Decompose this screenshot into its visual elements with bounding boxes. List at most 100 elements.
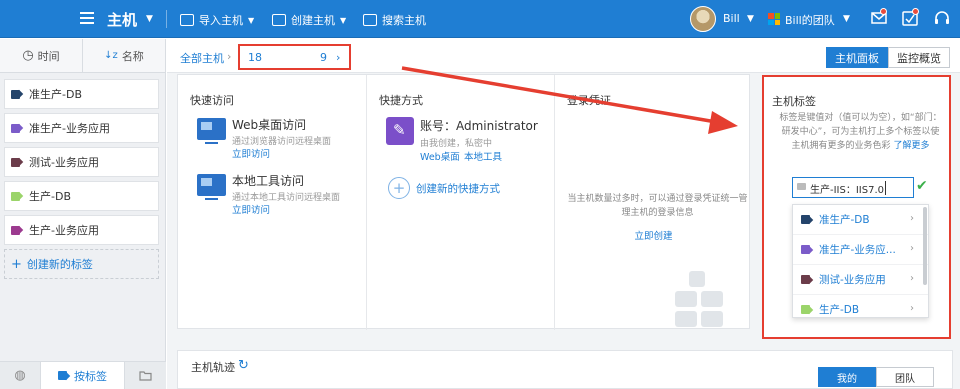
sort-by-time-tab[interactable]: ◷ 时间 [0,39,82,72]
sidebar-tag-item[interactable]: 测试-业务应用 [4,147,159,177]
create-credential-link[interactable]: 立即创建 [555,228,752,242]
monitor-icon [197,174,226,200]
import-host-label: 导入主机 [199,14,243,27]
create-host-button[interactable]: 创建主机 ▼ [272,12,346,28]
sort-tabs: ◷ 时间 ↓z 名称 [0,39,165,73]
divider [166,10,167,28]
by-tag-tab[interactable]: 按标签 [40,362,125,389]
dropdown-tag-label: 测试-业务应用 [819,274,886,286]
sort-by-name-tab[interactable]: ↓z 名称 [82,39,165,72]
headset-icon[interactable] [933,9,951,27]
notification-badge [880,8,887,15]
tag-label: 准生产-业务应用 [29,122,110,135]
tag-icon [801,275,813,284]
user-name[interactable]: Bill [723,12,740,25]
sort-name-label: 名称 [121,49,144,63]
chevron-down-icon: ▼ [340,15,347,25]
shortcut-title: 快捷方式 [379,94,423,107]
tag-label: 生产-DB [29,190,71,203]
tag-icon [797,183,806,190]
sidebar-tag-item[interactable]: 准生产-DB [4,79,159,109]
hamburger-menu-icon[interactable] [80,12,94,24]
plus-circle-icon: + [388,177,410,199]
chevron-right-icon: › [910,243,914,254]
tag-label: 测试-业务应用 [29,156,99,169]
folder-tab[interactable] [125,362,166,389]
host-tag-panel: 主机标签 标签是键值对（值可以为空），如“部门：研发中心”，可为主机打上多个标签… [762,75,951,339]
dropdown-tag-item[interactable]: 准生产-DB › [793,205,928,235]
host-ip-prefix: 18 [248,51,262,64]
breadcrumb-current-host[interactable]: 18 9 › [238,44,351,70]
local-tool-access[interactable]: 本地工具访问 通过本地工具访问远程桌面 立即访问 [197,172,362,218]
tab-mine[interactable]: 我的 [818,367,876,387]
chevron-right-icon: › [227,50,232,63]
access-now-link[interactable]: 立即访问 [232,202,270,216]
local-tool-link[interactable]: 本地工具 [464,149,502,163]
notification-badge [912,8,919,15]
remote-desktop-icon [386,117,414,145]
credential-illustration-icon [675,271,723,329]
learn-more-link[interactable]: 了解更多 [893,141,929,151]
search-monitor-icon [363,14,377,26]
team-logo-icon [768,13,780,25]
tag-icon [801,305,813,314]
host-track-section: 主机轨迹 ↻ 我的 团队 [177,350,953,389]
sidebar-tag-item[interactable]: 生产-业务应用 [4,215,159,245]
search-host-label: 搜索主机 [382,14,426,27]
plus-icon: + [11,256,22,272]
sidebar-bottom-tabs: ◍ 按标签 [0,361,166,389]
confirm-check-icon[interactable]: ✔ [916,178,928,194]
create-host-label: 创建主机 [291,14,335,27]
refresh-icon[interactable]: ↻ [238,358,249,373]
globe-tab[interactable]: ◍ [0,362,40,389]
monitor-plus-icon [272,14,286,26]
tag-icon [58,371,70,380]
tab-team[interactable]: 团队 [876,367,934,387]
host-tag-title: 主机标签 [772,95,816,108]
dropdown-tag-item[interactable]: 准生产-业务应... › [793,235,928,265]
create-shortcut-label: 创建新的快捷方式 [416,182,500,195]
by-tag-label: 按标签 [74,369,107,383]
breadcrumb-all-hosts[interactable]: 全部主机 [180,50,224,66]
sidebar-tag-item[interactable]: 准生产-业务应用 [4,113,159,143]
host-tag-desc: 标签是键值对（值可以为空），如“部门：研发中心”，可为主机打上多个标签以使主机拥… [778,111,943,153]
dropdown-scrollbar[interactable] [923,207,927,285]
dropdown-tag-label: 生产-DB [819,304,860,316]
create-tag-button[interactable]: + 创建新的标签 [4,249,159,279]
chevron-down-icon[interactable]: ▼ [843,14,850,24]
tag-icon [801,245,813,254]
create-shortcut-button[interactable]: + 创建新的快捷方式 [388,177,500,199]
chevron-down-icon[interactable]: ▼ [146,14,153,24]
tag-icon [11,157,23,167]
text-caret [885,181,886,195]
credentials-title: 登录凭证 [567,94,611,107]
shortcut-section: 快捷方式 账号：Administrator 由我创建，私密中 Web桌面 本地工… [366,75,554,330]
access-name: 本地工具访问 [232,174,305,188]
tab-monitor-overview[interactable]: 监控概览 [888,47,950,68]
dropdown-tag-item[interactable]: 生产-DB › [793,295,928,317]
chevron-down-icon: ▼ [248,15,255,25]
sidebar-tag-item[interactable]: 生产-DB [4,181,159,211]
shortcut-account: 账号：Administrator [420,119,538,133]
chevron-down-icon[interactable]: ▼ [747,14,754,24]
tag-input-value: 生产-IIS：IIS7.0 [810,185,885,196]
quick-access-title: 快速访问 [190,94,234,107]
web-desktop-access[interactable]: Web桌面访问 通过浏览器访问远程桌面 立即访问 [197,116,362,162]
sort-az-icon: ↓z [104,50,118,61]
tab-host-panel[interactable]: 主机面板 [826,47,888,68]
track-tabs: 我的 团队 [818,367,934,387]
web-desktop-link[interactable]: Web桌面 [420,149,460,163]
access-now-link[interactable]: 立即访问 [232,146,270,160]
tag-icon [11,123,23,133]
avatar[interactable] [690,6,716,32]
host-ip-suffix: 9 [320,51,327,64]
import-host-button[interactable]: 导入主机 ▼ [180,12,254,28]
search-host-button[interactable]: 搜索主机 [363,12,426,28]
chevron-right-icon: › [336,51,341,64]
tag-input[interactable]: 生产-IIS：IIS7.0 [792,177,914,198]
tag-icon [11,225,23,235]
chevron-right-icon: › [910,303,914,314]
team-name[interactable]: Bill的团队 [785,12,835,28]
dropdown-tag-item[interactable]: 测试-业务应用 › [793,265,928,295]
host-track-title: 主机轨迹 [191,361,235,374]
